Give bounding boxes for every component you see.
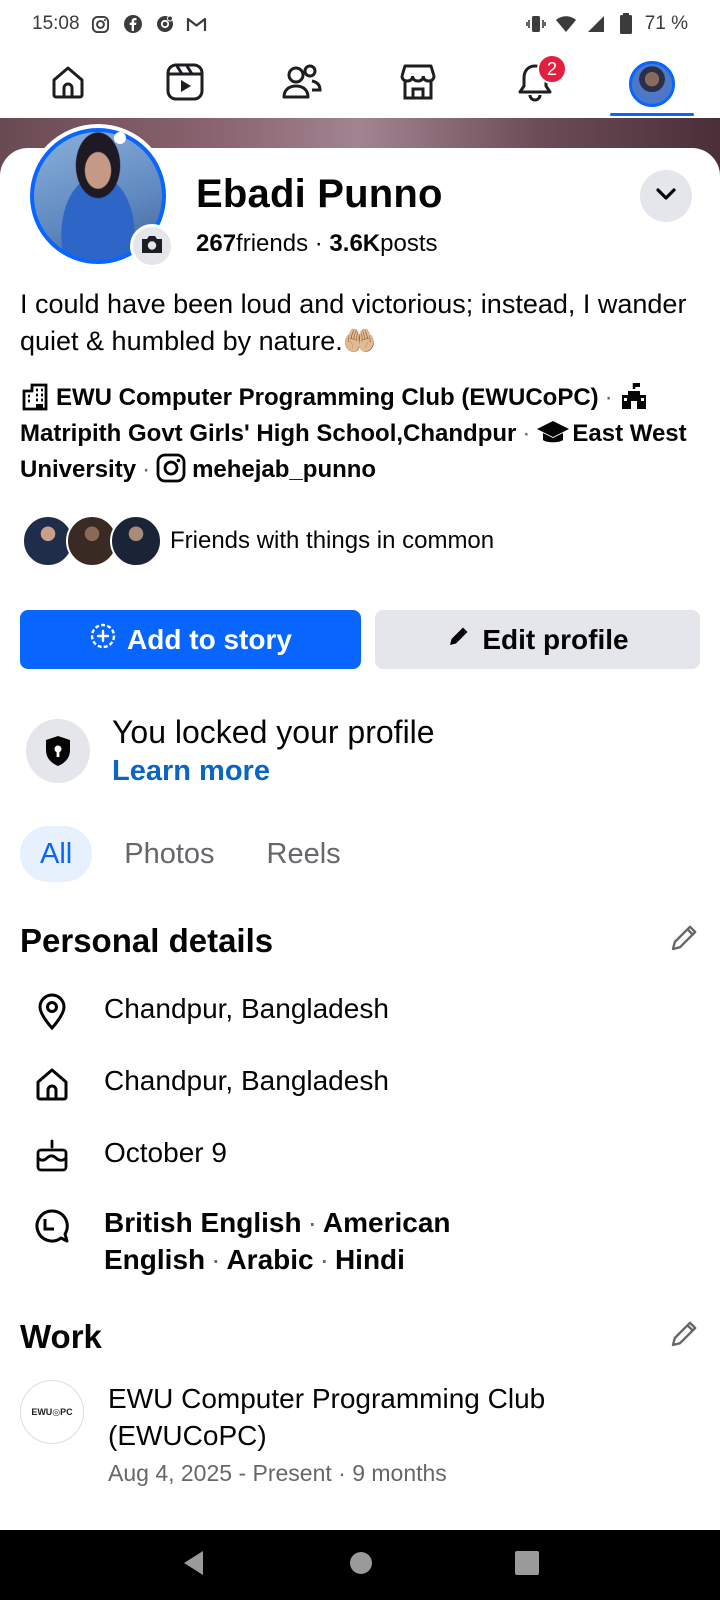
content-tabs: All Photos Reels	[20, 826, 361, 882]
friends-label[interactable]: friends	[236, 230, 308, 257]
battery-icon	[615, 13, 637, 35]
facebook-icon	[122, 13, 144, 35]
instagram-handle[interactable]: mehejab_punno	[192, 456, 376, 483]
locked-profile-title: You locked your profile	[112, 714, 435, 750]
edit-profile-button[interactable]: Edit profile	[375, 610, 700, 669]
nav-notifications[interactable]: 2	[485, 48, 585, 120]
tab-reels[interactable]: Reels	[247, 826, 361, 882]
wifi-icon	[555, 13, 577, 35]
nav-friends[interactable]	[252, 48, 352, 120]
signal-icon	[585, 13, 607, 35]
change-photo-button[interactable]	[130, 224, 174, 268]
notification-badge: 2	[536, 54, 567, 84]
current-city-row: Chandpur, Bangladesh	[30, 990, 389, 1034]
add-to-story-label: Add to story	[127, 623, 292, 655]
system-navigation-bar	[0, 1530, 720, 1600]
birthday-cake-icon	[30, 1134, 74, 1178]
intro-details: EWU Computer Programming Club (EWUCoPC) ·…	[20, 380, 710, 488]
add-to-story-button[interactable]: Add to story	[20, 610, 361, 669]
camera-icon	[139, 233, 165, 260]
graduation-cap-icon	[536, 417, 570, 447]
mutual-friends-label: Friends with things in common	[170, 527, 495, 554]
friends-count[interactable]: 267	[196, 230, 236, 257]
nav-video[interactable]	[135, 48, 235, 120]
video-icon	[165, 62, 205, 107]
stats-separator: ·	[308, 230, 330, 257]
profile-avatar-thumbnail	[628, 61, 675, 107]
battery-level: 71 %	[644, 13, 688, 34]
profile-name: Ebadi Punno	[196, 172, 443, 216]
recents-icon[interactable]	[515, 1550, 539, 1580]
languages: British English · American English · Arabic ·…	[104, 1207, 451, 1275]
status-time: 15:08	[32, 13, 80, 34]
tab-all[interactable]: All	[20, 826, 93, 882]
posts-label: posts	[380, 230, 438, 257]
birthday: October 9	[104, 1137, 227, 1168]
nav-home[interactable]	[18, 48, 118, 120]
learn-more-link[interactable]: Learn more	[112, 755, 435, 788]
school-icon	[619, 381, 649, 411]
posts-count: 3.6K	[329, 230, 381, 257]
work-heading: Work	[20, 1318, 102, 1355]
work-place[interactable]: EWU Computer Programming Club (EWUCoPC)	[56, 384, 599, 411]
edit-profile-label: Edit profile	[482, 623, 629, 655]
hometown-row: Chandpur, Bangladesh	[30, 1062, 389, 1106]
tab-photos[interactable]: Photos	[104, 826, 234, 882]
vibrate-icon	[525, 13, 547, 35]
language-item: Arabic	[226, 1244, 314, 1275]
locked-profile-notice: You locked your profile Learn more	[26, 714, 435, 788]
profile-menu-button[interactable]	[640, 170, 692, 222]
edit-details-pencil-icon[interactable]	[668, 922, 702, 956]
personal-details-heading: Personal details	[20, 922, 274, 959]
work-organization: EWU Computer Programming Club (EWUCoPC)	[108, 1383, 546, 1451]
work-building-icon	[20, 381, 50, 411]
status-bar: 15:08 71 %	[0, 0, 720, 48]
home-icon	[30, 1062, 74, 1106]
friends-icon	[281, 63, 323, 106]
profile-bio: I could have been loud and victorious; i…	[20, 289, 687, 356]
language-chat-icon	[30, 1204, 74, 1248]
pencil-icon	[446, 623, 472, 656]
hometown: Chandpur, Bangladesh	[104, 1065, 389, 1096]
languages-row: British English · American English · Arabic ·…	[30, 1204, 694, 1278]
instagram-icon	[90, 13, 112, 35]
profile-stats: 267friends · 3.6Kposts	[196, 230, 438, 258]
language-item: Hindi	[334, 1244, 405, 1275]
current-city: Chandpur, Bangladesh	[104, 993, 389, 1024]
edit-work-pencil-icon[interactable]	[668, 1318, 702, 1352]
school-name[interactable]: Matripith Govt Girls' High School,Chandp…	[20, 420, 516, 447]
birthday-row: October 9	[30, 1134, 227, 1178]
back-icon[interactable]	[181, 1549, 207, 1582]
work-dates: Aug 4, 2025 - Present · 9 months	[108, 1460, 447, 1486]
plus-circle-icon	[89, 622, 117, 657]
mutual-friend-avatar	[110, 515, 162, 567]
gmail-icon	[186, 13, 208, 35]
chevron-down-icon	[655, 187, 677, 206]
mutual-friends[interactable]: Friends with things in common	[22, 514, 494, 568]
home-icon	[49, 63, 87, 106]
nav-profile[interactable]	[602, 48, 702, 120]
location-pin-icon	[30, 990, 74, 1034]
home-button-icon[interactable]	[349, 1551, 373, 1580]
shield-lock-icon	[26, 719, 90, 783]
story-ring-dot	[114, 132, 126, 144]
top-navigation: 2	[0, 48, 720, 120]
nav-marketplace[interactable]	[368, 48, 468, 120]
marketplace-icon	[398, 62, 438, 107]
work-entry[interactable]: EWU◎PC EWU Computer Programming Club (EW…	[20, 1380, 698, 1487]
instagram-icon	[156, 453, 186, 483]
threads-icon	[154, 13, 176, 35]
ewucopc-logo: EWU◎PC	[20, 1380, 84, 1444]
language-item: British English	[104, 1207, 302, 1238]
